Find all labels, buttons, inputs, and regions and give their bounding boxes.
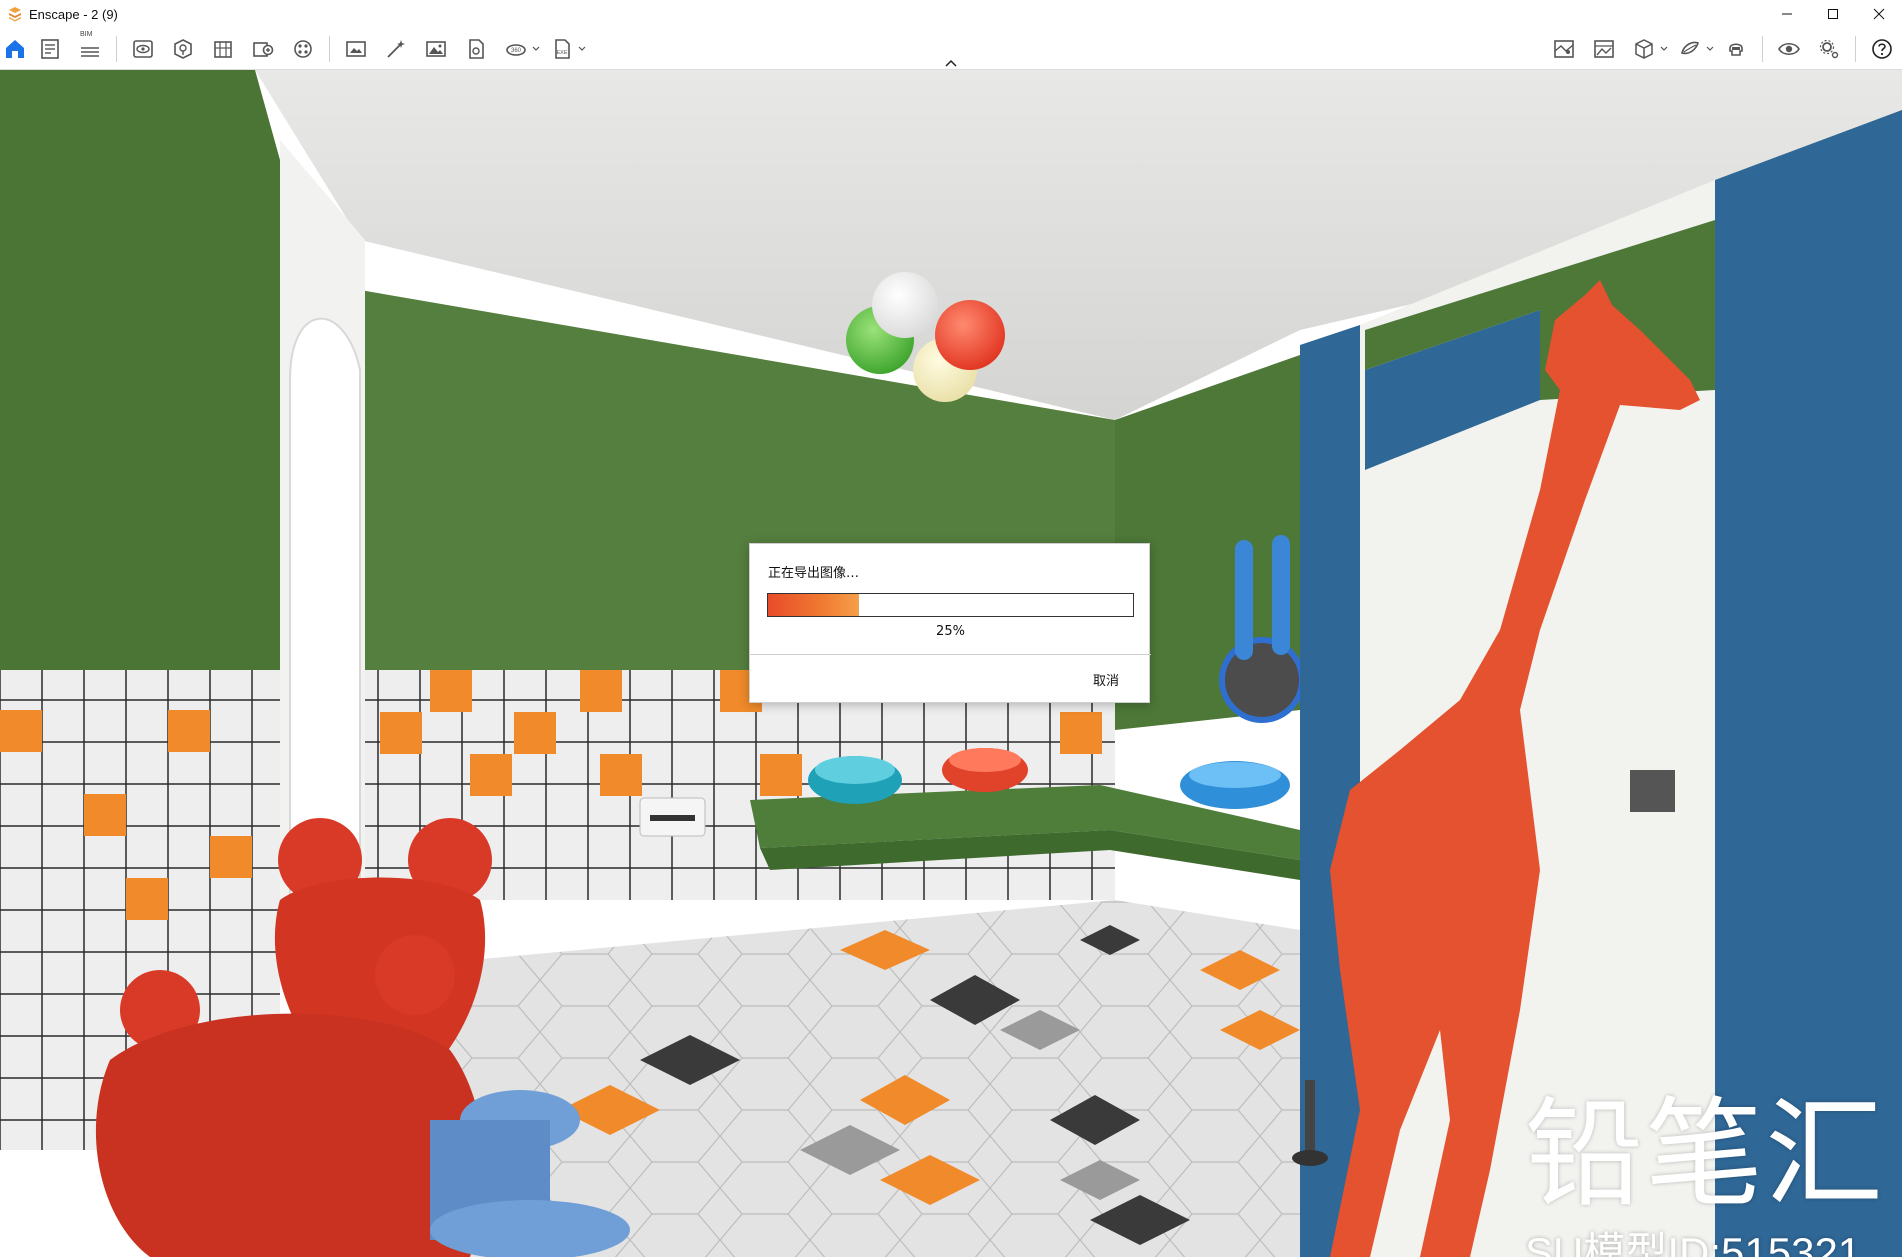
building-button[interactable] <box>203 28 243 70</box>
notes-button[interactable] <box>30 28 70 70</box>
export-progress-dialog: 正在导出图像… 25% 取消 <box>749 543 1151 703</box>
map-view-icon <box>1554 40 1574 58</box>
safe-frame-button[interactable] <box>163 28 203 70</box>
close-button[interactable] <box>1856 0 1902 28</box>
toolbar-divider <box>329 36 330 62</box>
watermark: 铅笔汇 SU模型ID:515321 <box>1525 1095 1885 1257</box>
enscape-window: Enscape - 2 (9) BIM 360 EXE 铅笔汇 SU模型ID:5… <box>0 0 1902 1257</box>
toolbar-right-group <box>1544 28 1902 70</box>
material-editor-icon <box>294 40 312 58</box>
dialog-title: 正在导出图像… <box>768 566 860 581</box>
views-icon <box>133 40 153 58</box>
asset-library-icon <box>253 42 274 57</box>
toolbar-divider <box>116 36 117 62</box>
video-button[interactable] <box>456 28 496 70</box>
panorama-icon <box>426 41 446 57</box>
export-exe-button[interactable]: EXE <box>542 28 582 70</box>
bim-label: BIM <box>80 31 93 38</box>
home-icon <box>6 40 24 58</box>
collapse-toolbar-button[interactable] <box>941 56 961 70</box>
screenshot-button[interactable] <box>336 28 376 70</box>
maximize-icon <box>1828 9 1838 19</box>
vr-headset-icon <box>1729 43 1743 56</box>
video-icon <box>469 39 484 59</box>
cube-view-icon <box>1635 39 1653 59</box>
export-exe-icon: EXE <box>555 39 570 59</box>
window-title: Enscape - 2 (9) <box>29 6 118 22</box>
toolbar-left-group: BIM 360 EXE <box>0 28 588 70</box>
cube-view-button[interactable] <box>1624 28 1664 70</box>
watermark-brand: 铅笔汇 <box>1525 1085 1886 1223</box>
title-bar[interactable]: Enscape - 2 (9) <box>0 0 1902 28</box>
minimize-icon <box>1782 13 1792 15</box>
progress-percent-label: 25% <box>936 624 965 639</box>
building-icon <box>214 41 232 58</box>
progress-bar-fill <box>768 594 860 616</box>
help-button[interactable] <box>1862 28 1902 70</box>
chevron-up-icon <box>945 59 957 67</box>
help-icon <box>1872 39 1892 59</box>
atmosphere-icon <box>1681 41 1700 55</box>
panorama-button[interactable] <box>416 28 456 70</box>
eye-icon <box>1778 42 1800 56</box>
eye-button[interactable] <box>1769 28 1809 70</box>
bim-icon <box>81 47 99 57</box>
enscape-logo-icon <box>9 7 21 22</box>
visual-settings-button[interactable] <box>1584 28 1624 70</box>
svg-text:EXE: EXE <box>556 50 567 56</box>
dialog-divider <box>750 654 1151 655</box>
home-button[interactable] <box>0 28 30 70</box>
screenshot-icon <box>346 41 366 57</box>
toolbar-divider <box>1855 36 1856 62</box>
notes-icon <box>41 39 59 59</box>
toolbar-divider <box>1762 36 1763 62</box>
safe-frame-icon <box>174 39 192 59</box>
views-button[interactable] <box>123 28 163 70</box>
map-view-button[interactable] <box>1544 28 1584 70</box>
settings-icon <box>1819 39 1839 59</box>
visual-settings-icon <box>1594 40 1614 58</box>
export-360-button[interactable]: 360 <box>496 28 536 70</box>
watermark-model-id: SU模型ID:515321 <box>1525 1229 1862 1257</box>
vr-headset-button[interactable] <box>1716 28 1756 70</box>
settings-button[interactable] <box>1809 28 1849 70</box>
asset-library-button[interactable] <box>243 28 283 70</box>
maximize-button[interactable] <box>1810 0 1856 28</box>
material-editor-button[interactable] <box>283 28 323 70</box>
window-controls <box>1764 0 1902 28</box>
export-progress-bar <box>767 593 1134 617</box>
svg-text:360: 360 <box>511 48 522 54</box>
close-icon <box>1873 8 1885 20</box>
minimize-button[interactable] <box>1764 0 1810 28</box>
atmosphere-button[interactable] <box>1670 28 1710 70</box>
bim-button[interactable]: BIM <box>70 28 110 70</box>
main-toolbar: BIM 360 EXE <box>0 28 1902 70</box>
export-360-icon: 360 <box>506 44 526 56</box>
cancel-button[interactable]: 取消 <box>1093 670 1119 689</box>
batch-render-icon <box>387 40 405 58</box>
batch-render-button[interactable] <box>376 28 416 70</box>
